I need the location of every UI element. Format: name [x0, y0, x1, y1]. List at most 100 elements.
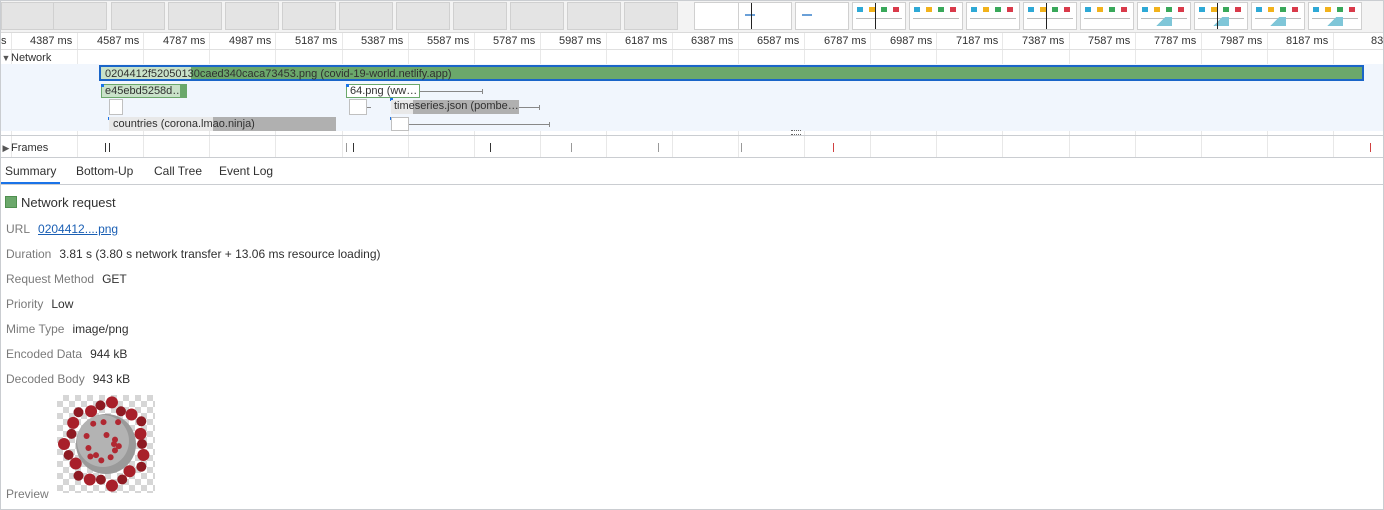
preview-image — [57, 395, 155, 493]
url-link[interactable]: 0204412....png — [38, 222, 118, 236]
screenshot-filmstrip[interactable] — [1, 1, 1383, 33]
ruler-tick-label: 4387 ms — [30, 35, 73, 47]
filmstrip-frame[interactable] — [111, 2, 165, 30]
triangle-down-icon[interactable]: ▼ — [1, 53, 11, 63]
category-swatch — [5, 196, 17, 208]
frame-tile — [893, 7, 899, 12]
filmstrip-frame[interactable] — [1251, 2, 1305, 30]
request-whisker — [519, 107, 539, 108]
frame-marker[interactable] — [833, 143, 834, 152]
time-ruler[interactable]: s 4387 ms 4587 ms 4787 ms 4987 ms 5187 ms 5387… — [1, 33, 1383, 50]
network-request-timeseries-label: timeseries.json (pombe… — [394, 100, 519, 112]
filmstrip-frame[interactable] — [453, 2, 507, 30]
summary-row-encoded: Encoded Data 944 kB — [6, 347, 127, 361]
filmstrip-frame[interactable] — [1, 2, 55, 30]
frame-tile — [1280, 7, 1286, 12]
ruler-tick-label: 6187 ms — [625, 35, 668, 47]
virus-spike — [134, 427, 147, 440]
triangle-right-icon[interactable]: ▶ — [1, 143, 11, 154]
tab-event-log[interactable]: Event Log — [215, 158, 277, 184]
network-request-e45-label: e45ebd5258d… — [105, 85, 184, 97]
frame-tile — [1154, 7, 1160, 12]
network-track[interactable]: 0204412f52050130caed340caca73453.png (co… — [1, 64, 1383, 131]
virus-spike — [105, 479, 118, 492]
virus-spike — [123, 465, 136, 478]
filmstrip-frame[interactable] — [1194, 2, 1248, 30]
network-request-small-2[interactable] — [349, 99, 367, 115]
network-track-header[interactable]: ▼Network — [1, 50, 301, 64]
filmstrip-frame[interactable] — [624, 2, 678, 30]
filmstrip-frame[interactable] — [53, 2, 107, 30]
frame-marker[interactable] — [490, 143, 491, 152]
ruler-tick-label: 8387 — [1371, 35, 1384, 47]
ruler-tick-label: 7387 ms — [1022, 35, 1065, 47]
network-request-small-1[interactable] — [109, 99, 123, 115]
ruler-tick-label: 7987 ms — [1220, 35, 1263, 47]
tab-summary[interactable]: Summary — [1, 158, 61, 184]
filmstrip-frame[interactable] — [282, 2, 336, 30]
frame-tile — [1313, 7, 1319, 12]
filmstrip-frame[interactable] — [339, 2, 393, 30]
filmstrip-frame[interactable] — [1137, 2, 1191, 30]
filmstrip-frame[interactable] — [168, 2, 222, 30]
network-request-e45[interactable]: e45ebd5258d… — [101, 84, 187, 98]
summary-row-priority: Priority Low — [6, 297, 73, 311]
network-request-main[interactable]: 0204412f52050130caed340caca73453.png (co… — [99, 65, 1364, 81]
filmstrip-frame[interactable] — [795, 2, 849, 30]
frame-chart — [1152, 17, 1172, 26]
frame-tile — [1199, 7, 1205, 12]
frame-content — [802, 14, 812, 16]
tab-bottom-up[interactable]: Bottom-Up — [72, 158, 137, 184]
network-request-small-3[interactable] — [391, 117, 409, 131]
frame-tile — [983, 7, 989, 12]
frame-tile — [1085, 7, 1091, 12]
filmstrip-frame[interactable] — [738, 2, 792, 30]
frame-tile — [950, 7, 956, 12]
filmstrip-frame[interactable] — [852, 2, 906, 30]
frame-marker[interactable] — [1370, 143, 1371, 152]
frame-tile — [914, 7, 920, 12]
filmstrip-frame[interactable] — [909, 2, 963, 30]
filmstrip-frame[interactable] — [1308, 2, 1362, 30]
frame-marker[interactable] — [353, 143, 354, 152]
ruler-tick-label: 7187 ms — [956, 35, 999, 47]
decoded-label: Decoded Body — [6, 372, 85, 386]
filmstrip-frame[interactable] — [225, 2, 279, 30]
ruler-tick-label: 5387 ms — [361, 35, 404, 47]
network-request-countries[interactable]: countries (corona.lmao.ninja) — [109, 117, 336, 131]
filmstrip-frame[interactable] — [567, 2, 621, 30]
frame-marker[interactable] — [109, 143, 110, 152]
filmstrip-frame[interactable] — [510, 2, 564, 30]
filmstrip-frame[interactable] — [1023, 2, 1077, 30]
virus-spike — [85, 405, 98, 418]
frames-track[interactable]: ▶ Frames — [1, 139, 1383, 156]
network-request-timeseries[interactable]: timeseries.json (pombe… — [391, 100, 519, 114]
ruler-tick-label: 7787 ms — [1154, 35, 1197, 47]
filmstrip-frame[interactable] — [396, 2, 450, 30]
ruler-tick-label: 4987 ms — [229, 35, 272, 47]
frame-tile — [995, 7, 1001, 12]
summary-title-text: Network request — [21, 195, 116, 210]
virus-surface-dot — [115, 443, 122, 450]
summary-row-method: Request Method GET — [6, 272, 127, 286]
ruler-tick-label: 7587 ms — [1088, 35, 1131, 47]
virus-surface-dot — [87, 453, 94, 460]
track-divider — [1, 135, 1383, 136]
frame-marker[interactable] — [571, 143, 572, 152]
filmstrip-frame[interactable] — [966, 2, 1020, 30]
tab-call-tree[interactable]: Call Tree — [150, 158, 206, 184]
frame-chart — [1266, 17, 1286, 26]
frame-tile — [1235, 7, 1241, 12]
ruler-tick-label: s — [1, 35, 7, 47]
frame-marker[interactable] — [741, 143, 742, 152]
frame-marker[interactable] — [105, 143, 106, 152]
frames-track-header[interactable]: ▶ Frames — [1, 140, 49, 154]
frame-line — [856, 18, 902, 19]
frame-tile — [1337, 7, 1343, 12]
filmstrip-frame[interactable] — [1080, 2, 1134, 30]
frame-tile — [971, 7, 977, 12]
frame-marker[interactable] — [658, 143, 659, 152]
frame-marker[interactable] — [346, 143, 347, 152]
network-request-64png[interactable]: 64.png (ww… — [346, 84, 420, 98]
priority-label: Priority — [6, 297, 44, 311]
